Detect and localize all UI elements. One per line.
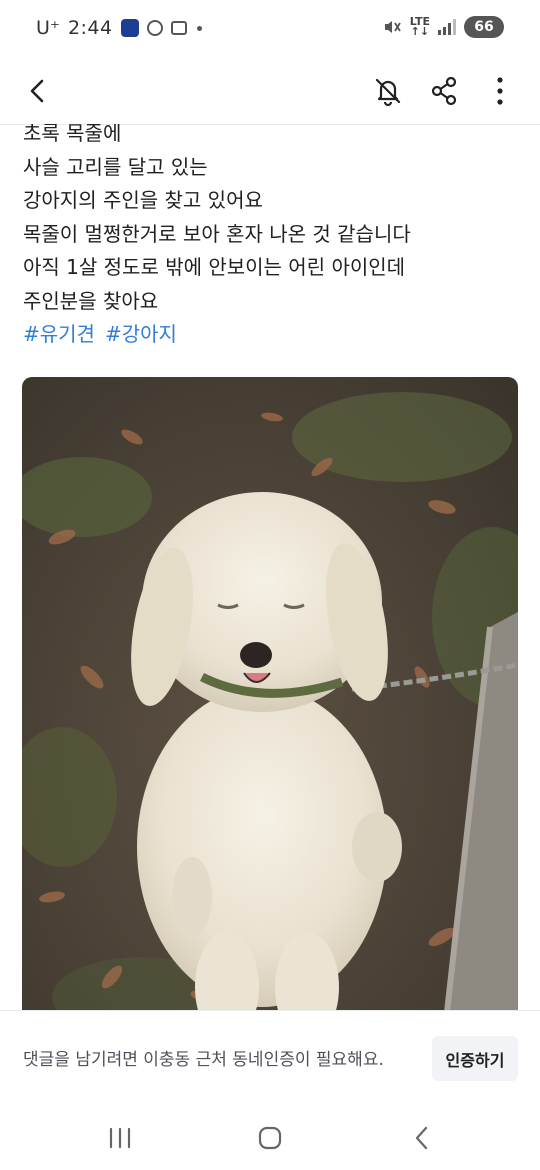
comment-bar: 댓글을 남기려면 이충동 근처 동네인증이 필요해요. 인증하기: [0, 1010, 540, 1107]
share-button[interactable]: [420, 67, 468, 115]
dog-photo-illustration: [22, 377, 518, 1010]
post-content: 초록 목줄에 사슬 고리를 달고 있는 강아지의 주인을 찾고 있어요 목줄이 …: [0, 124, 540, 1010]
battery-icon: 66: [464, 16, 504, 38]
more-options-button[interactable]: [476, 67, 524, 115]
recent-apps-icon: [109, 1127, 131, 1149]
post-line: 아직 1살 정도로 밖에 안보이는 어린 아이인데: [23, 255, 406, 280]
more-notifications-dot: [196, 25, 202, 31]
app-notification-icon: [120, 19, 139, 37]
back-button[interactable]: [14, 67, 62, 115]
carrier-label: U⁺: [36, 17, 60, 39]
post-line: 강아지의 주인을 찾고 있어요: [23, 188, 263, 213]
mute-icon: [384, 21, 401, 33]
do-not-disturb-icon: [146, 20, 163, 36]
battery-level: 66: [474, 19, 494, 35]
hashtag-list: #유기견 #강아지: [23, 319, 177, 349]
recent-apps-button[interactable]: [90, 1116, 150, 1160]
home-button[interactable]: [240, 1116, 300, 1160]
system-back-button[interactable]: [392, 1116, 452, 1160]
back-arrow-icon: [30, 79, 44, 103]
comment-verification-notice: 댓글을 남기려면 이충동 근처 동네인증이 필요해요.: [23, 1050, 384, 1070]
notification-off-icon: [375, 78, 401, 107]
app-bar: [0, 58, 540, 125]
post-line: 주인분을 찾아요: [23, 288, 159, 313]
back-icon: [415, 1126, 428, 1150]
hashtag-link[interactable]: #강아지: [105, 319, 177, 349]
lte-icon: LTE ↑↓: [409, 15, 430, 38]
post-body: 초록 목줄에 사슬 고리를 달고 있는 강아지의 주인을 찾고 있어요 목줄이 …: [23, 124, 523, 319]
post-photo[interactable]: [22, 377, 518, 1010]
post-line: 목줄이 멀쩡한거로 보아 혼자 나온 것 같습니다: [23, 221, 411, 246]
home-icon: [258, 1126, 282, 1150]
share-icon: [431, 76, 457, 106]
screenshot-icon: [170, 21, 187, 35]
status-bar: U⁺ 2:44 LTE ↑↓ 66: [0, 0, 540, 58]
more-vertical-icon: [497, 77, 503, 105]
clock: 2:44: [67, 17, 113, 39]
lte-label: LTE: [409, 15, 430, 28]
signal-icon: [438, 19, 456, 35]
notification-toggle-button[interactable]: [364, 67, 412, 115]
post-line: 초록 목줄에: [23, 124, 122, 145]
post-line: 사슬 고리를 달고 있는: [23, 154, 208, 179]
verify-neighborhood-button[interactable]: 인증하기: [432, 1036, 518, 1081]
hashtag-link[interactable]: #유기견: [23, 319, 95, 349]
system-navigation-bar: [0, 1106, 540, 1170]
